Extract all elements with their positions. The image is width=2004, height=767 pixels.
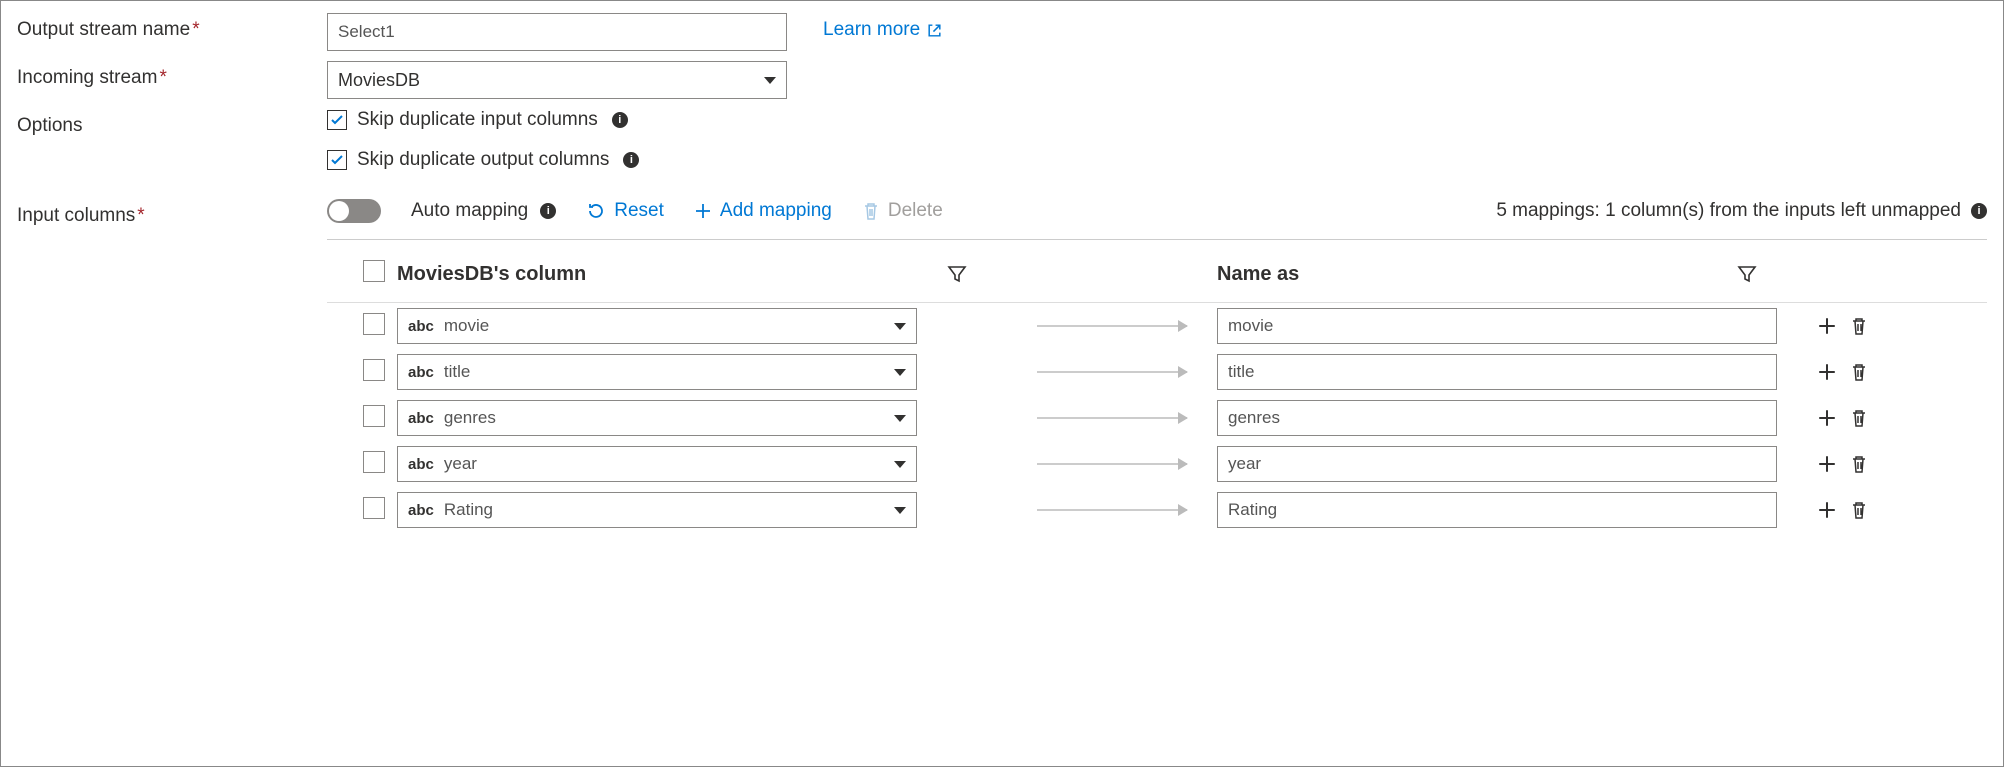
arrow-icon [1037,463,1187,465]
row-checkbox[interactable] [363,451,385,473]
auto-mapping-label: Auto mapping i [411,200,556,222]
info-icon[interactable]: i [1971,203,1987,219]
row-checkbox[interactable] [363,313,385,335]
nameas-input[interactable] [1217,308,1777,344]
source-column-value: movie [444,316,489,336]
row-checkbox[interactable] [363,497,385,519]
trash-icon [862,201,880,221]
row-checkbox[interactable] [363,405,385,427]
source-column-select[interactable]: abc title [397,354,917,390]
auto-mapping-toggle[interactable] [327,199,381,223]
type-badge: abc [408,410,434,427]
external-link-icon [926,22,943,39]
reset-icon [586,201,606,221]
delete-row-button[interactable] [1849,408,1869,428]
source-column-value: Rating [444,500,493,520]
table-row: abc year [327,441,1987,487]
plus-icon [694,202,712,220]
filter-icon[interactable] [947,264,967,284]
output-stream-input[interactable] [327,13,787,51]
incoming-stream-select[interactable]: MoviesDB [327,61,787,99]
skip-input-checkbox[interactable] [327,110,347,130]
source-column-select[interactable]: abc movie [397,308,917,344]
type-badge: abc [408,456,434,473]
skip-output-checkbox[interactable] [327,150,347,170]
source-column-value: genres [444,408,496,428]
nameas-input[interactable] [1217,492,1777,528]
filter-icon[interactable] [1737,264,1757,284]
type-badge: abc [408,364,434,381]
delete-button: Delete [862,200,943,222]
mapping-summary: 5 mappings: 1 column(s) from the inputs … [1496,200,1987,222]
source-column-select[interactable]: abc genres [397,400,917,436]
select-all-checkbox[interactable] [363,260,385,282]
table-row: abc genres [327,395,1987,441]
nameas-column-header: Name as [1217,263,1299,286]
output-stream-label: Output stream name* [17,13,327,41]
chevron-down-icon [764,77,776,84]
arrow-icon [1037,371,1187,373]
type-badge: abc [408,502,434,519]
input-columns-label: Input columns* [17,199,327,227]
info-icon[interactable]: i [612,112,628,128]
source-column-value: year [444,454,477,474]
nameas-input[interactable] [1217,400,1777,436]
chevron-down-icon [894,461,906,468]
options-label: Options [17,109,327,137]
add-row-button[interactable] [1817,408,1837,428]
delete-row-button[interactable] [1849,362,1869,382]
add-row-button[interactable] [1817,454,1837,474]
delete-row-button[interactable] [1849,316,1869,336]
table-row: abc Rating [327,487,1987,533]
type-badge: abc [408,318,434,335]
source-column-select[interactable]: abc year [397,446,917,482]
add-mapping-button[interactable]: Add mapping [694,200,832,222]
skip-output-label: Skip duplicate output columns [357,149,609,171]
chevron-down-icon [894,415,906,422]
arrow-icon [1037,417,1187,419]
incoming-stream-label: Incoming stream* [17,61,327,89]
skip-input-label: Skip duplicate input columns [357,109,598,131]
delete-row-button[interactable] [1849,500,1869,520]
row-checkbox[interactable] [363,359,385,381]
add-row-button[interactable] [1817,316,1837,336]
chevron-down-icon [894,507,906,514]
nameas-input[interactable] [1217,446,1777,482]
chevron-down-icon [894,323,906,330]
delete-row-button[interactable] [1849,454,1869,474]
arrow-icon [1037,509,1187,511]
info-icon[interactable]: i [540,203,556,219]
info-icon[interactable]: i [623,152,639,168]
table-row: abc title [327,349,1987,395]
chevron-down-icon [894,369,906,376]
learn-more-link[interactable]: Learn more [823,13,943,41]
nameas-input[interactable] [1217,354,1777,390]
source-column-value: title [444,362,470,382]
source-column-select[interactable]: abc Rating [397,492,917,528]
table-row: abc movie [327,303,1987,349]
reset-button[interactable]: Reset [586,200,664,222]
add-row-button[interactable] [1817,500,1837,520]
add-row-button[interactable] [1817,362,1837,382]
arrow-icon [1037,325,1187,327]
source-column-header: MoviesDB's column [397,263,586,286]
